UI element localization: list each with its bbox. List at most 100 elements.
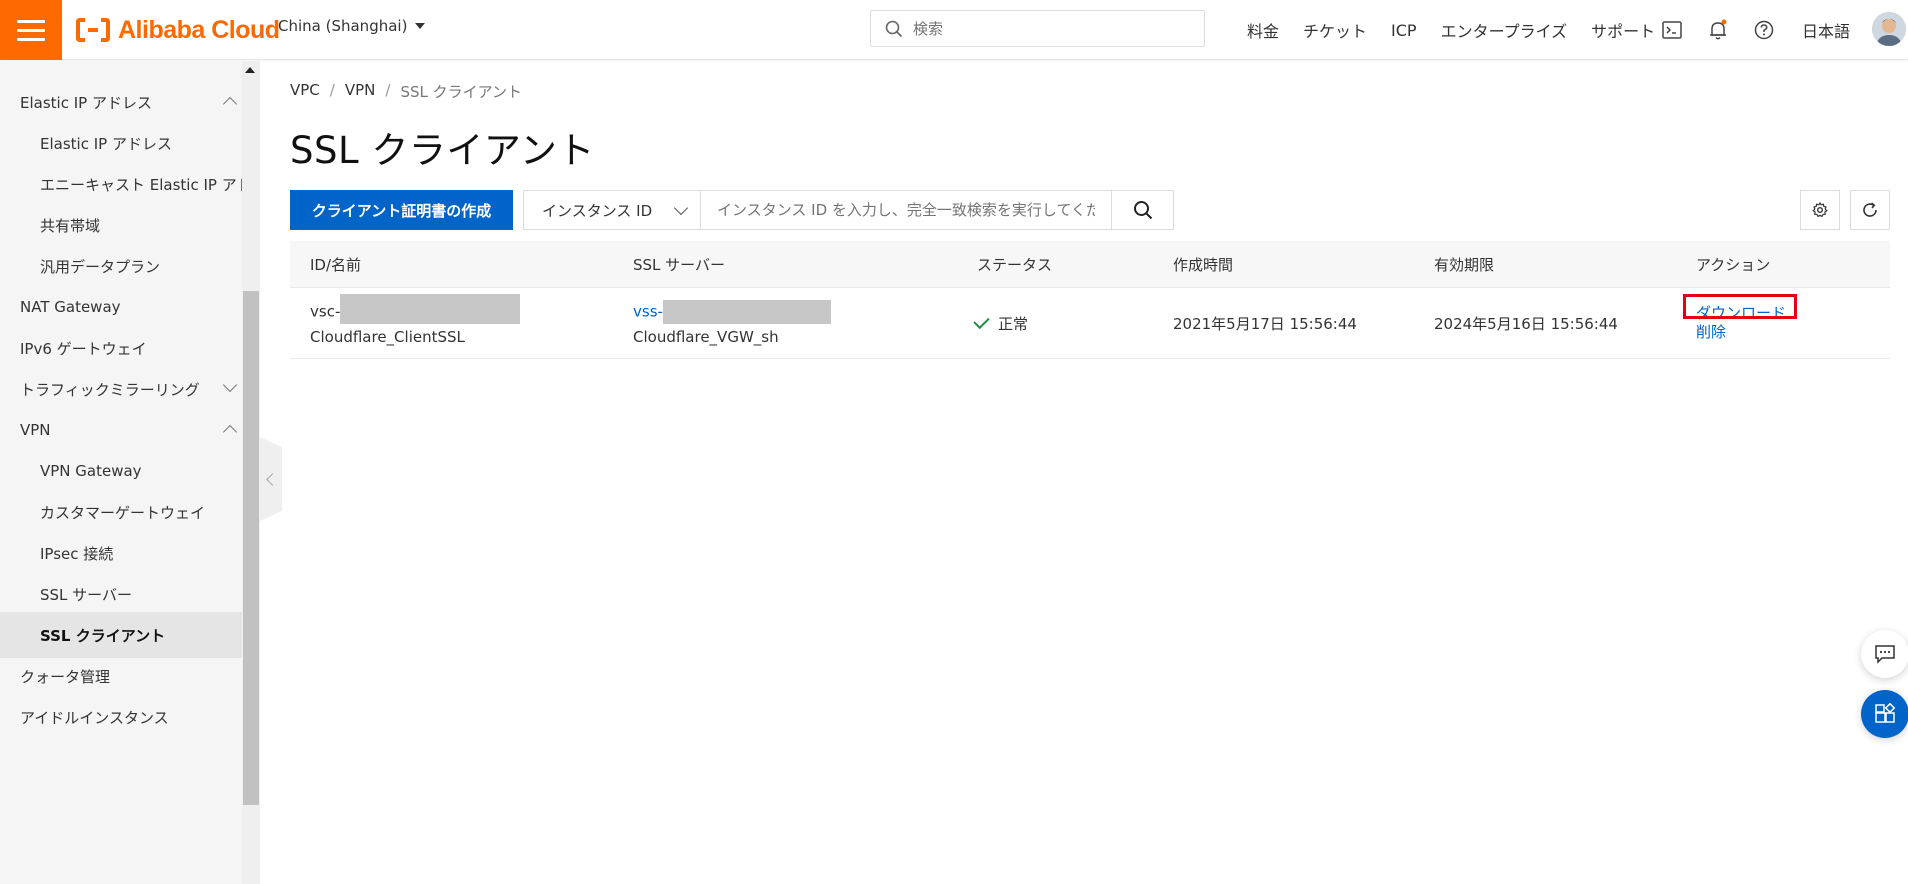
breadcrumb-separator: / bbox=[385, 81, 391, 99]
scroll-up-arrow-icon[interactable] bbox=[245, 67, 255, 73]
cell-actions: ダウンロード 削除 bbox=[1683, 294, 1890, 342]
global-search-input[interactable] bbox=[913, 19, 1183, 38]
status-text: 正常 bbox=[998, 314, 1029, 333]
feedback-button[interactable] bbox=[1861, 630, 1908, 678]
sidebar-item-anycast-eip[interactable]: エニーキャスト Elastic IP アドレス bbox=[0, 161, 242, 207]
sidebar-item-label: トラフィックミラーリング bbox=[20, 380, 200, 399]
settings-button[interactable] bbox=[1800, 190, 1840, 230]
server-id: vss- bbox=[633, 300, 977, 324]
ssl-client-table: ID/名前 SSL サーバー ステータス 作成時間 有効期限 アクション vsc… bbox=[290, 241, 1890, 359]
sidebar-item-label: VPN bbox=[20, 421, 51, 439]
breadcrumb-vpc[interactable]: VPC bbox=[290, 81, 320, 102]
server-id-link[interactable]: vss- bbox=[633, 303, 663, 321]
brand-logo[interactable]: Alibaba Cloud bbox=[76, 13, 280, 47]
cell-status: 正常 bbox=[973, 312, 1173, 334]
client-id: vsc- bbox=[310, 294, 633, 324]
region-selector[interactable]: China (Shanghai) bbox=[278, 17, 426, 35]
refresh-icon bbox=[1863, 202, 1877, 217]
header-actions: アクション bbox=[1696, 255, 1771, 274]
sidebar-item-label: SSL クライアント bbox=[40, 626, 166, 645]
client-id-prefix: vsc- bbox=[310, 302, 341, 321]
search-button[interactable] bbox=[1111, 190, 1174, 230]
header-status: ステータス bbox=[977, 255, 1053, 274]
redacted-block bbox=[662, 300, 831, 324]
sidebar-item-label: カスタマーゲートウェイ bbox=[40, 503, 206, 522]
cell-ssl-server: vss- Cloudflare_VGW_sh bbox=[633, 300, 977, 346]
sidebar-item-elastic-ip[interactable]: Elastic IP アドレス bbox=[0, 120, 242, 166]
sidebar-item-label: NAT Gateway bbox=[20, 298, 121, 316]
sidebar-item-quota[interactable]: クォータ管理 bbox=[0, 653, 242, 699]
sidebar-item-label: クォータ管理 bbox=[20, 667, 111, 686]
refresh-button[interactable] bbox=[1850, 190, 1890, 230]
breadcrumb-separator: / bbox=[329, 81, 335, 99]
menu-toggle-button[interactable] bbox=[0, 0, 62, 60]
redacted-block bbox=[340, 294, 521, 324]
sidebar-item-label: Elastic IP アドレス bbox=[20, 93, 152, 112]
breadcrumb-vpn[interactable]: VPN bbox=[345, 81, 376, 102]
sidebar-item-vpn-gateway[interactable]: VPN Gateway bbox=[0, 448, 242, 494]
filter-field-select[interactable]: インスタンス ID bbox=[523, 190, 701, 230]
download-link[interactable]: ダウンロード bbox=[1696, 304, 1890, 323]
chevron-up-icon bbox=[222, 96, 238, 112]
sidebar-item-label: エニーキャスト Elastic IP アドレス bbox=[40, 175, 242, 194]
nav-tickets[interactable]: チケット bbox=[1303, 18, 1367, 42]
global-search[interactable] bbox=[870, 10, 1205, 47]
sidebar-item-customer-gateway[interactable]: カスタマーゲートウェイ bbox=[0, 489, 242, 535]
help-icon[interactable] bbox=[1752, 18, 1776, 42]
region-label: China (Shanghai) bbox=[278, 17, 408, 35]
sidebar-collapse-handle[interactable] bbox=[260, 437, 282, 521]
sidebar-item-label: IPv6 ゲートウェイ bbox=[20, 339, 147, 358]
breadcrumb: VPC / VPN / SSL クライアント bbox=[290, 81, 522, 102]
sidebar-item-data-plan[interactable]: 汎用データプラン bbox=[0, 243, 242, 289]
search-icon bbox=[1133, 201, 1152, 220]
toolbar: クライアント証明書の作成 インスタンス ID bbox=[290, 190, 1174, 230]
sidebar-item-label: IPsec 接続 bbox=[40, 544, 114, 563]
nav-pricing[interactable]: 料金 bbox=[1247, 18, 1279, 42]
header-created: 作成時間 bbox=[1173, 255, 1234, 274]
sidebar: Elastic IP アドレス Elastic IP アドレス エニーキャスト … bbox=[0, 61, 260, 884]
nav-icp[interactable]: ICP bbox=[1391, 21, 1417, 40]
hamburger-icon-line bbox=[17, 28, 45, 32]
sidebar-item-label: SSL サーバー bbox=[40, 585, 133, 604]
status-badge: 正常 bbox=[973, 312, 1173, 334]
sidebar-item-elastic-ip-group[interactable]: Elastic IP アドレス bbox=[0, 79, 242, 125]
sidebar-item-label: VPN Gateway bbox=[40, 462, 142, 480]
sidebar-item-ipsec[interactable]: IPsec 接続 bbox=[0, 530, 242, 576]
sidebar-item-nat-gateway[interactable]: NAT Gateway bbox=[0, 284, 242, 330]
sidebar-item-ssl-client[interactable]: SSL クライアント bbox=[0, 612, 242, 658]
language-selector[interactable]: 日本語 bbox=[1802, 18, 1850, 42]
client-name: Cloudflare_ClientSSL bbox=[310, 328, 465, 346]
sidebar-item-vpn-group[interactable]: VPN bbox=[0, 407, 242, 453]
terminal-icon[interactable] bbox=[1660, 18, 1684, 42]
sidebar-item-idle-instances[interactable]: アイドルインスタンス bbox=[0, 694, 242, 740]
header-expires: 有効期限 bbox=[1434, 255, 1495, 274]
page-title: SSL クライアント bbox=[290, 129, 595, 172]
chat-icon bbox=[1875, 645, 1895, 664]
sidebar-item-label: Elastic IP アドレス bbox=[40, 134, 172, 153]
create-client-cert-button[interactable]: クライアント証明書の作成 bbox=[290, 190, 513, 230]
hamburger-icon-line bbox=[17, 19, 45, 23]
sidebar-item-shared-bandwidth[interactable]: 共有帯域 bbox=[0, 202, 242, 248]
search-icon bbox=[885, 20, 903, 37]
chevron-down-icon bbox=[673, 200, 689, 215]
quick-apps-button[interactable] bbox=[1861, 690, 1908, 738]
sidebar-item-label: 共有帯域 bbox=[40, 216, 101, 235]
sidebar-item-ipv6-gateway[interactable]: IPv6 ゲートウェイ bbox=[0, 325, 242, 371]
cell-expires: 2024年5月16日 15:56:44 bbox=[1434, 314, 1618, 333]
header-id-name: ID/名前 bbox=[310, 255, 362, 274]
delete-link[interactable]: 削除 bbox=[1696, 323, 1890, 342]
bell-icon[interactable] bbox=[1706, 18, 1730, 42]
sidebar-scroll-thumb[interactable] bbox=[243, 291, 259, 805]
instance-id-search-input[interactable] bbox=[701, 190, 1111, 230]
header-ssl-server: SSL サーバー bbox=[633, 255, 726, 274]
nav-support[interactable]: サポート bbox=[1591, 18, 1655, 42]
table-row: vsc- Cloudflare_ClientSSL vss- Cloudflar… bbox=[290, 288, 1890, 359]
filter-field-label: インスタンス ID bbox=[542, 201, 653, 220]
apps-icon bbox=[1875, 703, 1896, 723]
nav-enterprise[interactable]: エンタープライズ bbox=[1441, 18, 1568, 42]
sidebar-item-traffic-mirroring[interactable]: トラフィックミラーリング bbox=[0, 366, 242, 412]
sidebar-item-label: アイドルインスタンス bbox=[20, 708, 169, 727]
user-avatar[interactable] bbox=[1872, 12, 1906, 46]
breadcrumb-current: SSL クライアント bbox=[400, 83, 523, 101]
sidebar-item-ssl-server[interactable]: SSL サーバー bbox=[0, 571, 242, 617]
